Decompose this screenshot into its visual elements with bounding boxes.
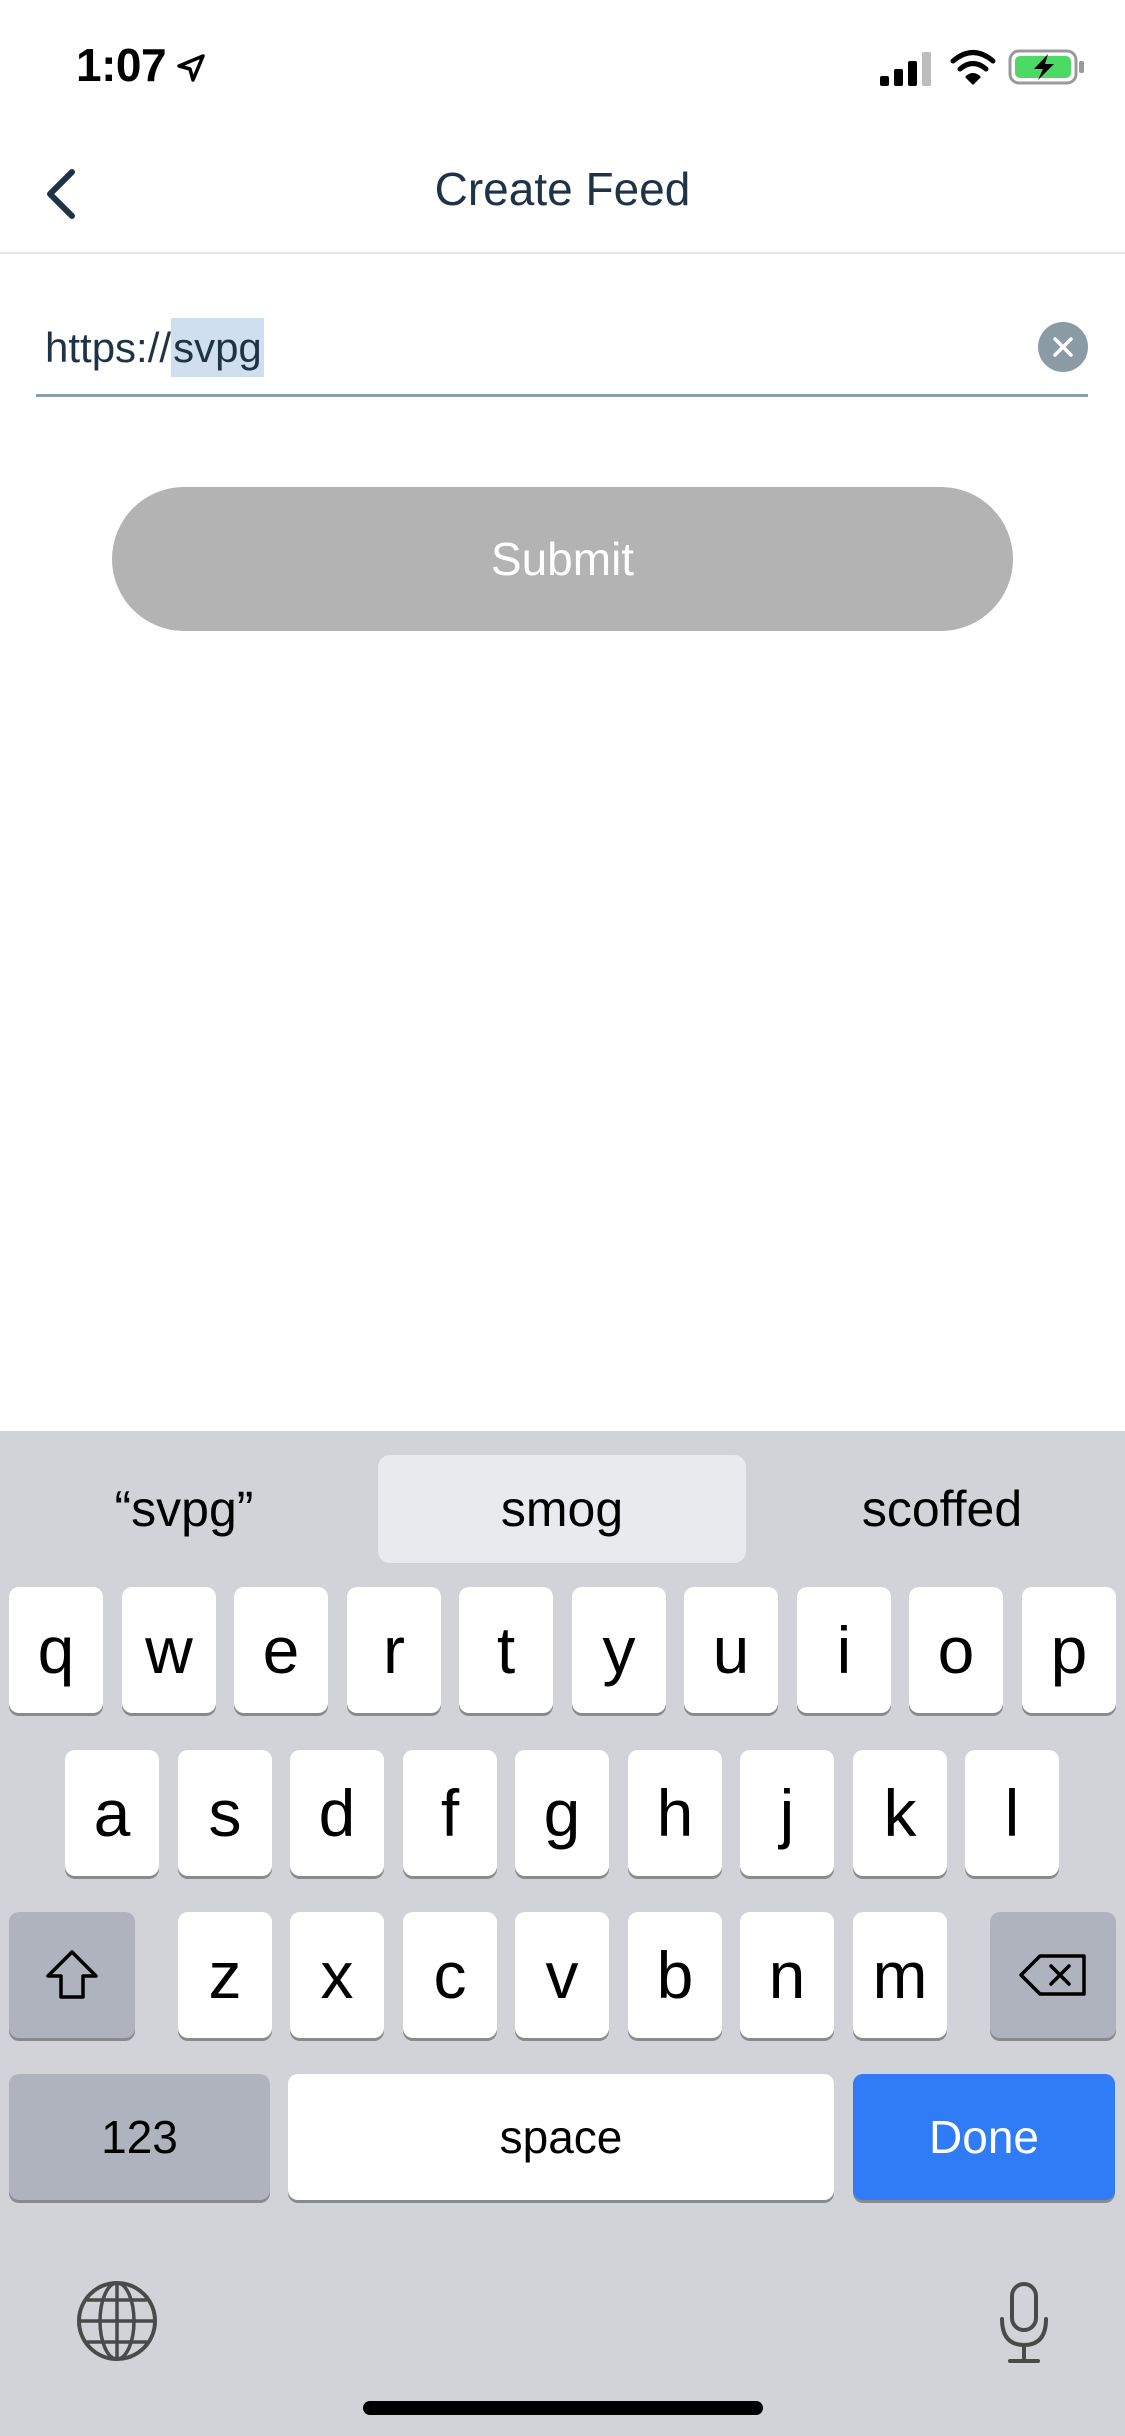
key[interactable]: s	[178, 1750, 272, 1876]
backspace-icon	[1019, 1954, 1086, 1996]
key[interactable]: e	[234, 1587, 328, 1713]
key[interactable]: x	[290, 1912, 384, 2038]
key[interactable]: g	[515, 1750, 609, 1876]
key[interactable]: i	[797, 1587, 891, 1713]
battery-charging-icon	[1008, 49, 1084, 85]
backspace-key[interactable]	[990, 1912, 1116, 2038]
key[interactable]: q	[9, 1587, 103, 1713]
key[interactable]: b	[628, 1912, 722, 2038]
home-indicator[interactable]	[363, 2401, 763, 2415]
globe-icon[interactable]	[74, 2278, 160, 2364]
key[interactable]: p	[1022, 1587, 1116, 1713]
key[interactable]: d	[290, 1750, 384, 1876]
url-prefix: https://	[45, 324, 172, 371]
url-selected-text: svpg	[171, 318, 264, 377]
key[interactable]: h	[628, 1750, 722, 1876]
key[interactable]: l	[965, 1750, 1059, 1876]
key[interactable]: f	[403, 1750, 497, 1876]
navigation-bar: Create Feed	[0, 132, 1125, 254]
shift-icon	[46, 1950, 98, 1999]
status-bar: 1:07	[0, 0, 1125, 132]
key[interactable]: v	[515, 1912, 609, 2038]
status-time: 1:07	[76, 39, 167, 91]
key[interactable]: o	[909, 1587, 1003, 1713]
numbers-key[interactable]: 123	[9, 2074, 270, 2200]
url-input-value: https://svpg	[45, 318, 264, 377]
page-title: Create Feed	[434, 163, 691, 215]
key[interactable]: a	[65, 1750, 159, 1876]
done-key[interactable]: Done	[853, 2074, 1115, 2200]
key[interactable]: n	[740, 1912, 834, 2038]
key[interactable]: y	[572, 1587, 666, 1713]
clear-input-button[interactable]	[1038, 322, 1088, 372]
key[interactable]: j	[740, 1750, 834, 1876]
suggestion-item[interactable]: “svpg”	[18, 1455, 350, 1563]
key[interactable]: z	[178, 1912, 272, 2038]
suggestion-item[interactable]: smog	[378, 1455, 746, 1563]
shift-key[interactable]	[9, 1912, 135, 2038]
close-icon	[1053, 337, 1073, 357]
submit-button[interactable]: Submit	[112, 487, 1013, 631]
key[interactable]: r	[347, 1587, 441, 1713]
key[interactable]: t	[459, 1587, 553, 1713]
key[interactable]: k	[853, 1750, 947, 1876]
microphone-icon[interactable]	[996, 2281, 1052, 2367]
key[interactable]: w	[122, 1587, 216, 1713]
key[interactable]: c	[403, 1912, 497, 2038]
key[interactable]: m	[853, 1912, 947, 2038]
suggestion-bar: “svpg” smog scoffed	[0, 1431, 1125, 1581]
suggestion-item[interactable]: scoffed	[776, 1455, 1108, 1563]
space-key[interactable]: space	[288, 2074, 834, 2200]
feed-url-input[interactable]: https://svpg	[36, 308, 1088, 397]
create-feed-screen: 1:07 Create Feed https://svpg Submit “sv…	[0, 0, 1125, 2436]
location-arrow-icon	[177, 54, 205, 82]
wifi-icon	[950, 50, 996, 85]
key[interactable]: u	[684, 1587, 778, 1713]
keyboard: “svpg” smog scoffed q w e r t y u i o p …	[0, 1431, 1125, 2436]
cellular-signal-icon	[880, 52, 931, 86]
